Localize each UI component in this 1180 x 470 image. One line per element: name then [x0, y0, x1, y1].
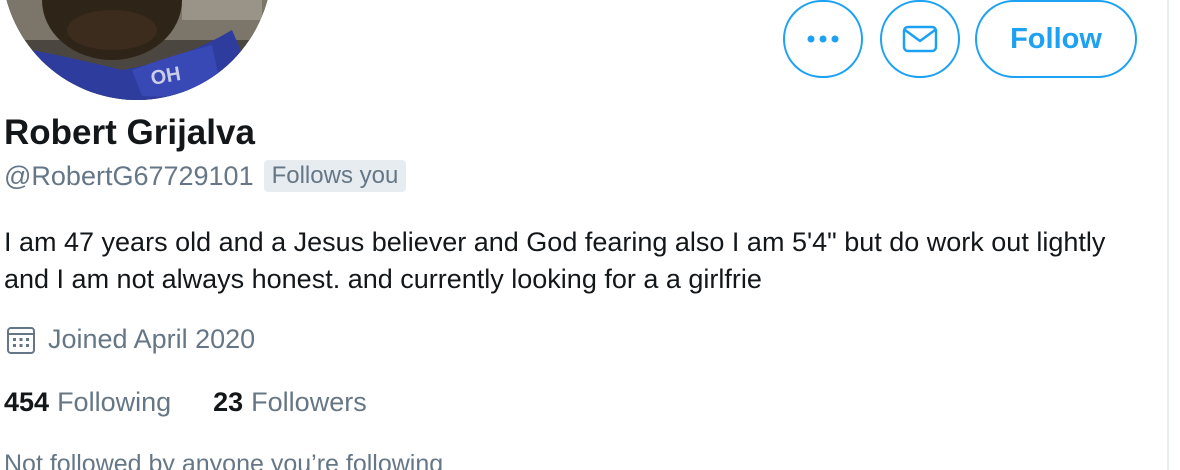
- followers-stat[interactable]: 23 Followers: [213, 387, 367, 418]
- more-button[interactable]: [783, 0, 863, 78]
- follow-button[interactable]: Follow: [975, 0, 1137, 78]
- followers-count: 23: [213, 387, 244, 417]
- following-count: 454: [4, 387, 50, 417]
- profile-bio: I am 47 years old and a Jesus believer a…: [4, 227, 1106, 294]
- joined-date: Joined April 2020: [6, 324, 255, 355]
- joined-label: Joined April 2020: [48, 324, 256, 354]
- avatar-photo: OH: [2, 0, 272, 100]
- column-divider: [1167, 0, 1169, 470]
- mutuals-note: Not followed by anyone you’re following: [4, 450, 444, 470]
- message-button[interactable]: [880, 0, 960, 78]
- follow-stats: 454 Following 23 Followers: [4, 387, 367, 418]
- calendar-icon: [6, 325, 36, 355]
- display-name: Robert Grijalva: [4, 113, 255, 152]
- following-label: Following: [57, 387, 172, 417]
- more-horizontal-icon: [807, 35, 839, 43]
- user-handle: @RobertG67729101: [4, 160, 254, 191]
- profile-page: OH Follow Robert Grijalva @RobertG677291…: [0, 0, 1180, 470]
- envelope-icon: [902, 25, 938, 53]
- handle-row: @RobertG67729101 Follows you: [4, 160, 407, 192]
- avatar[interactable]: OH: [2, 0, 272, 100]
- followers-label: Followers: [251, 387, 367, 417]
- follows-you-badge: Follows you: [263, 160, 407, 192]
- following-stat[interactable]: 454 Following: [4, 387, 171, 418]
